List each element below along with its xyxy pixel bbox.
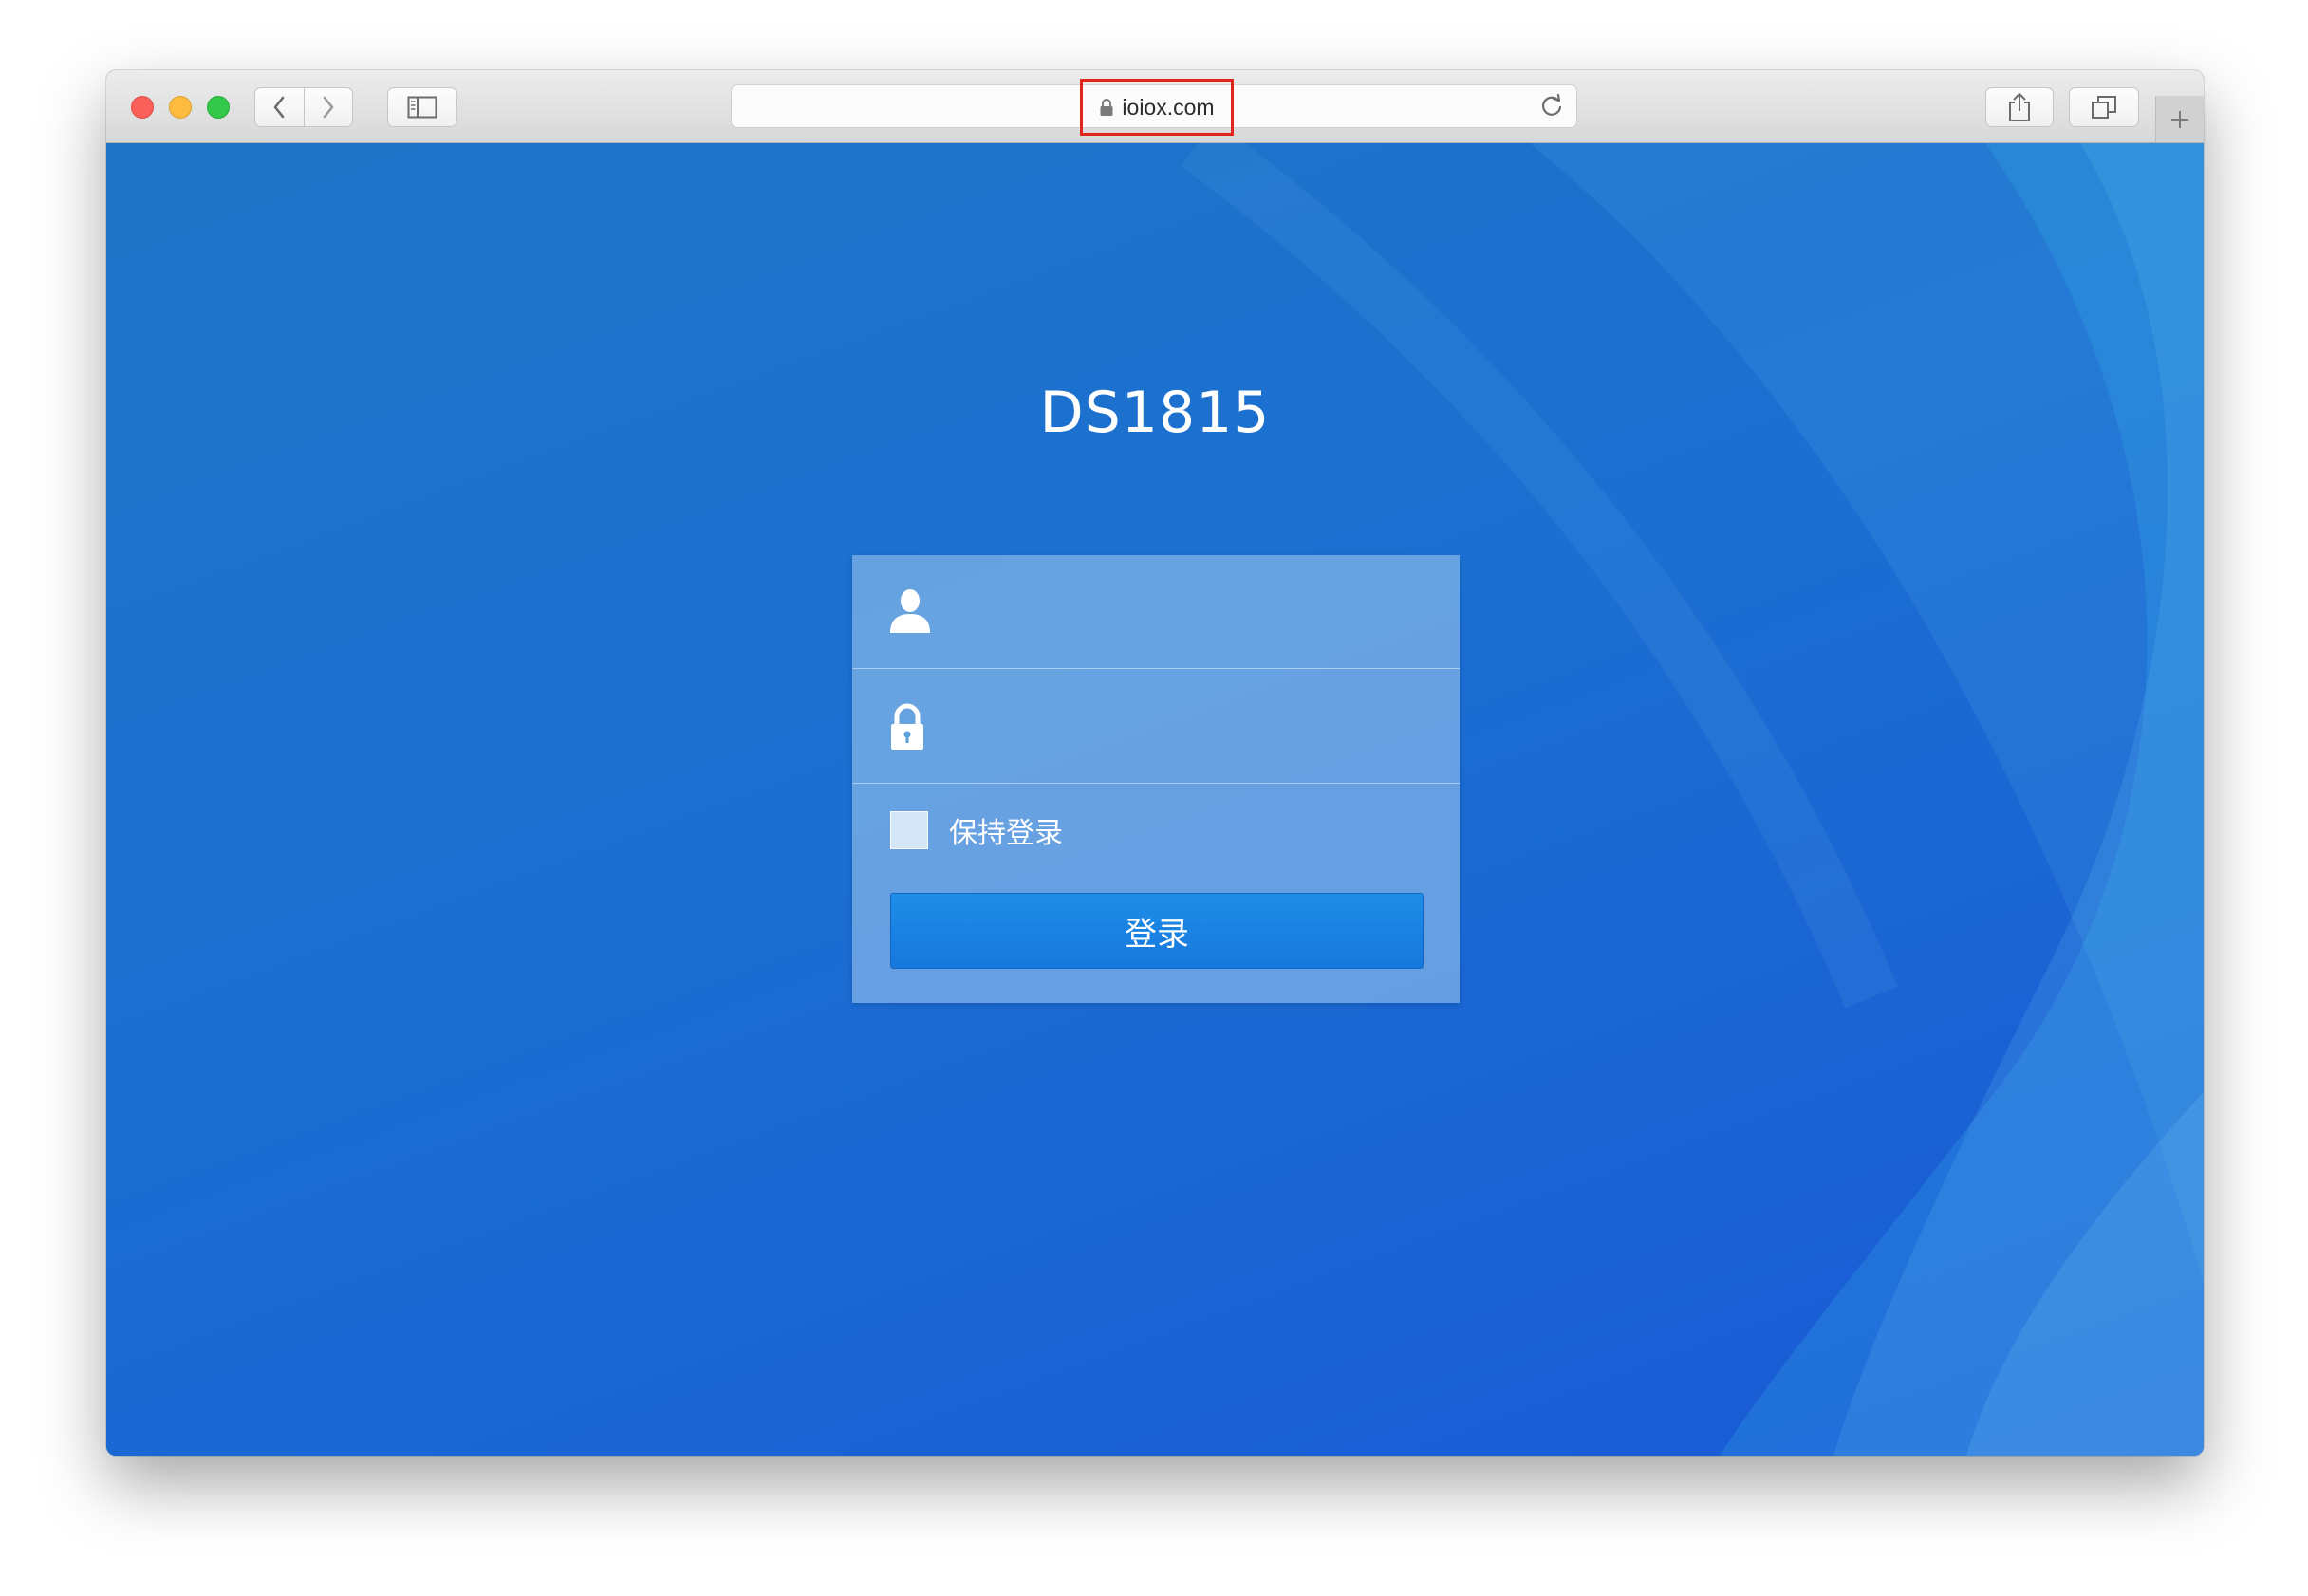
page-title: DS1815 bbox=[1039, 380, 1271, 446]
login-button[interactable]: 登录 bbox=[890, 893, 1424, 969]
minimize-window-button[interactable] bbox=[169, 96, 192, 119]
lock-icon bbox=[891, 703, 923, 750]
browser-window: ioiox.com DS1815 保持登录 登录 bbox=[106, 70, 2204, 1456]
navigation-buttons bbox=[254, 87, 353, 127]
url-text[interactable]: ioiox.com bbox=[1122, 95, 1214, 121]
share-icon bbox=[2009, 93, 2030, 121]
tabs-overview-button[interactable] bbox=[2069, 87, 2139, 127]
user-icon bbox=[890, 589, 930, 633]
plus-icon bbox=[2171, 110, 2188, 128]
browser-toolbar: ioiox.com bbox=[106, 70, 2204, 143]
remember-me-checkbox[interactable] bbox=[890, 811, 928, 849]
password-field bbox=[852, 670, 1460, 784]
close-window-button[interactable] bbox=[131, 96, 154, 119]
remember-me-label[interactable]: 保持登录 bbox=[949, 809, 1063, 851]
username-input[interactable] bbox=[947, 555, 1444, 669]
sidebar-icon bbox=[407, 96, 437, 119]
share-button[interactable] bbox=[1985, 87, 2054, 127]
new-tab-button[interactable] bbox=[2155, 96, 2204, 142]
maximize-window-button[interactable] bbox=[207, 96, 230, 119]
forward-button[interactable] bbox=[304, 88, 352, 126]
url-highlight-box: ioiox.com bbox=[1080, 79, 1234, 136]
sidebar-button[interactable] bbox=[387, 87, 457, 127]
username-field bbox=[852, 555, 1460, 669]
chevron-right-icon bbox=[323, 96, 334, 119]
remember-me: 保持登录 bbox=[890, 809, 1063, 851]
password-input[interactable] bbox=[947, 670, 1444, 784]
login-form: 保持登录 登录 bbox=[852, 555, 1460, 1003]
reload-icon[interactable] bbox=[1538, 93, 1565, 120]
back-button[interactable] bbox=[255, 88, 304, 126]
lock-icon bbox=[1100, 99, 1113, 116]
chevron-left-icon bbox=[273, 96, 285, 119]
login-page: DS1815 保持登录 登录 bbox=[106, 143, 2204, 1456]
tabs-icon bbox=[2092, 96, 2116, 119]
